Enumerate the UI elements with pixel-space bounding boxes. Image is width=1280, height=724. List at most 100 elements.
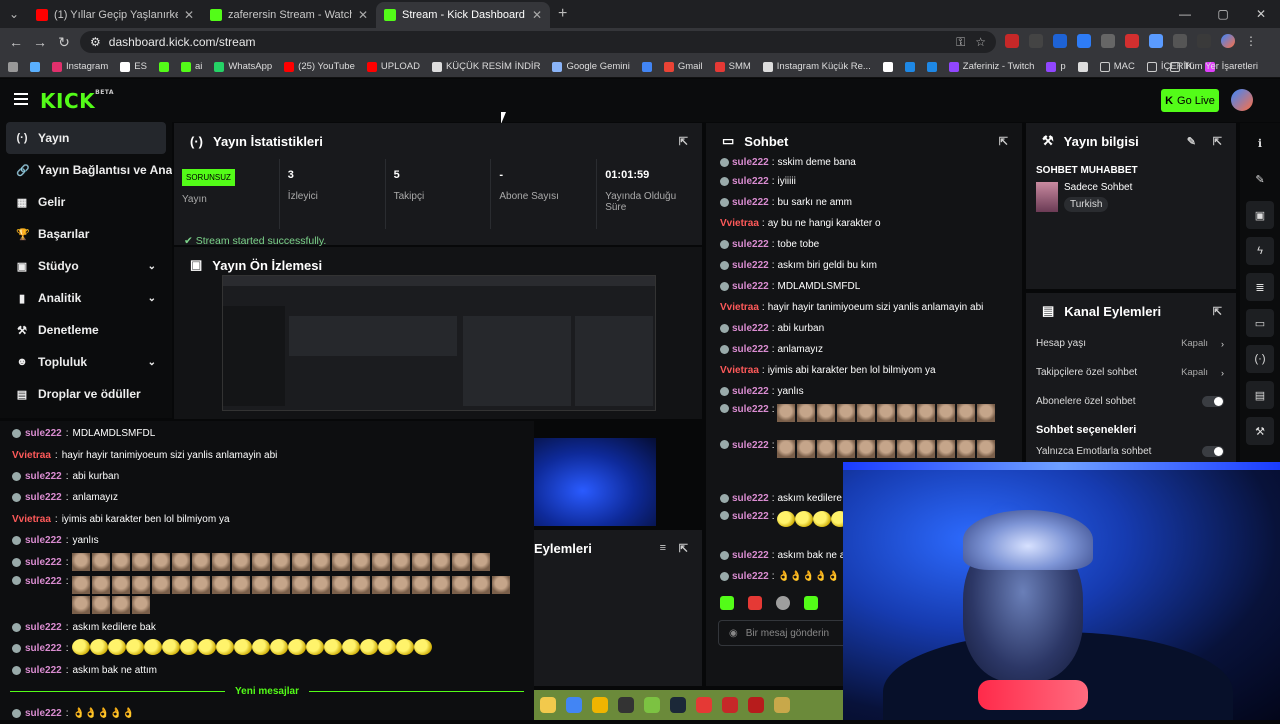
bookmark-item[interactable]: SMM bbox=[714, 61, 751, 72]
sidebar-item-analitik[interactable]: ▮ Analitik ⌄ bbox=[0, 282, 172, 314]
pencil-icon[interactable]: ✎ bbox=[1187, 135, 1196, 148]
tab-kick-watch[interactable]: zaferersin Stream - Watch Live ✕ bbox=[202, 2, 376, 28]
info-icon[interactable]: ℹ bbox=[1246, 129, 1274, 157]
folder-icon[interactable] bbox=[540, 697, 556, 713]
extension-icon[interactable] bbox=[1125, 34, 1139, 48]
puzzle-icon[interactable] bbox=[1173, 34, 1187, 48]
filter-icon[interactable]: ≡ bbox=[660, 542, 666, 554]
minimize-button[interactable]: — bbox=[1166, 0, 1204, 28]
chat-username[interactable]: sule222 bbox=[732, 440, 769, 451]
new-tab-button[interactable]: + bbox=[558, 5, 567, 23]
profile-avatar[interactable] bbox=[1221, 34, 1235, 48]
forward-icon[interactable]: → bbox=[28, 34, 52, 50]
chat-username[interactable]: Vvietraa bbox=[720, 218, 759, 229]
chat-username[interactable]: sule222 bbox=[732, 157, 769, 168]
popout-icon[interactable]: ⇱ bbox=[679, 135, 688, 148]
bookmark-item[interactable]: Google Gemini bbox=[552, 61, 630, 72]
key-icon[interactable]: ⚿ bbox=[956, 35, 965, 50]
chat-username[interactable]: Vvietraa bbox=[720, 365, 759, 376]
hamburger-menu-icon[interactable] bbox=[14, 93, 28, 105]
site-info-icon[interactable]: ⚙ bbox=[90, 35, 101, 49]
chat-username[interactable]: sule222 bbox=[732, 176, 769, 187]
bookmark-item[interactable] bbox=[882, 61, 893, 72]
bookmark-item[interactable] bbox=[904, 61, 915, 72]
chat-username[interactable]: sule222 bbox=[732, 260, 769, 271]
bookmark-folder[interactable]: MAC bbox=[1099, 61, 1135, 72]
account-age-setting[interactable]: Hesap yaşı Kapalı › bbox=[1026, 329, 1236, 358]
app-icon[interactable] bbox=[670, 697, 686, 713]
sidebar-item-denetleme[interactable]: ⚒ Denetleme bbox=[0, 314, 172, 346]
broadcast-icon[interactable]: (·) bbox=[1246, 345, 1274, 373]
app-icon[interactable] bbox=[644, 697, 660, 713]
bookmark-item[interactable]: Instagram Küçük Re... bbox=[762, 61, 871, 72]
menu-icon[interactable]: ⋮ bbox=[1245, 34, 1259, 48]
extension-icon[interactable] bbox=[1005, 34, 1019, 48]
wrench-icon[interactable]: ⚒ bbox=[1246, 417, 1274, 445]
sidebar-item-topluluk[interactable]: ☻ Topluluk ⌄ bbox=[0, 346, 172, 378]
reload-icon[interactable]: ↻ bbox=[52, 34, 76, 51]
chat-username[interactable]: sule222 bbox=[732, 550, 769, 561]
bookmark-item[interactable]: (25) YouTube bbox=[284, 61, 355, 72]
chat-username[interactable]: sule222 bbox=[732, 281, 769, 292]
emote-button[interactable] bbox=[804, 596, 818, 610]
emote-button[interactable] bbox=[776, 596, 790, 610]
chat-username[interactable]: sule222 bbox=[732, 571, 769, 582]
sidebar-item-stream-key[interactable]: 🔗 Yayın Bağlantısı ve Anahtarı bbox=[0, 154, 172, 186]
popout-icon[interactable]: ⇱ bbox=[1213, 135, 1222, 148]
category-name[interactable]: Sadece Sohbet bbox=[1064, 182, 1132, 193]
close-icon[interactable]: ✕ bbox=[184, 8, 194, 22]
avatar[interactable] bbox=[1231, 89, 1253, 111]
extension-icon[interactable] bbox=[1101, 34, 1115, 48]
star-icon[interactable]: ☆ bbox=[975, 35, 986, 50]
chat-username[interactable]: Vvietraa bbox=[720, 302, 759, 313]
bookmark-item[interactable]: p bbox=[1046, 61, 1066, 72]
extension-icon[interactable] bbox=[1149, 34, 1163, 48]
chat-username[interactable]: sule222 bbox=[732, 344, 769, 355]
preview-icon[interactable]: ▣ bbox=[1246, 201, 1274, 229]
extension-icon[interactable] bbox=[1053, 34, 1067, 48]
media-icon[interactable] bbox=[1197, 34, 1211, 48]
stream-preview-video[interactable] bbox=[222, 275, 656, 411]
bookmark-item[interactable]: ES bbox=[120, 61, 147, 72]
chat-username[interactable]: sule222 bbox=[732, 386, 769, 397]
sidebar-item-basarilar[interactable]: 🏆 Başarılar bbox=[0, 218, 172, 250]
bookmark-item[interactable]: UPLOAD bbox=[366, 61, 420, 72]
bookmark-item[interactable]: Instagram bbox=[52, 61, 108, 72]
chat-username[interactable]: sule222 bbox=[732, 323, 769, 334]
popout-icon[interactable]: ⇱ bbox=[679, 542, 688, 555]
chat-username[interactable]: sule222 bbox=[732, 511, 769, 522]
emote-only-toggle[interactable] bbox=[1202, 445, 1224, 457]
bookmark-item[interactable]: WhatsApp bbox=[214, 61, 272, 72]
close-window-button[interactable]: ✕ bbox=[1242, 0, 1280, 28]
chrome-icon[interactable] bbox=[566, 697, 582, 713]
pencil-icon[interactable]: ✎ bbox=[1246, 165, 1274, 193]
app-icon[interactable] bbox=[722, 697, 738, 713]
tab-kick-dashboard[interactable]: Stream - Kick Dashboard ✕ bbox=[376, 2, 550, 28]
chat-username[interactable]: sule222 bbox=[732, 404, 769, 415]
chat-username[interactable]: sule222 bbox=[732, 239, 769, 250]
actions-icon[interactable]: ▤ bbox=[1246, 381, 1274, 409]
close-icon[interactable]: ✕ bbox=[358, 8, 368, 22]
go-live-button[interactable]: K Go Live bbox=[1161, 89, 1219, 112]
apps-icon[interactable] bbox=[8, 61, 18, 72]
popout-icon[interactable]: ⇱ bbox=[1213, 305, 1222, 318]
app-icon[interactable] bbox=[774, 697, 790, 713]
chat-username[interactable]: sule222 bbox=[732, 493, 769, 504]
followers-only-setting[interactable]: Takipçilere özel sohbet Kapalı › bbox=[1026, 358, 1236, 387]
emote-button[interactable] bbox=[720, 596, 734, 610]
bookmark-item[interactable] bbox=[926, 61, 937, 72]
sidebar-item-droplar[interactable]: ▤ Droplar ve ödüller bbox=[0, 378, 172, 410]
subscribers-only-toggle[interactable] bbox=[1202, 396, 1224, 407]
bookmark-item[interactable]: Gmail bbox=[663, 61, 703, 72]
all-bookmarks[interactable]: Tüm Yer İşaretleri bbox=[1169, 61, 1258, 72]
bookmark-item[interactable] bbox=[1077, 61, 1088, 72]
chat-username[interactable]: sule222 bbox=[732, 197, 769, 208]
back-icon[interactable]: ← bbox=[4, 34, 28, 50]
emote-button[interactable] bbox=[748, 596, 762, 610]
bookmark-item[interactable]: ai bbox=[180, 61, 202, 72]
bookmark-item[interactable]: Zaferiniz - Twitch bbox=[948, 61, 1034, 72]
maximize-button[interactable]: ▢ bbox=[1204, 0, 1242, 28]
bookmark-item[interactable] bbox=[158, 61, 169, 72]
chat-icon[interactable]: ▭ bbox=[1246, 309, 1274, 337]
bookmark-item[interactable] bbox=[641, 61, 652, 72]
